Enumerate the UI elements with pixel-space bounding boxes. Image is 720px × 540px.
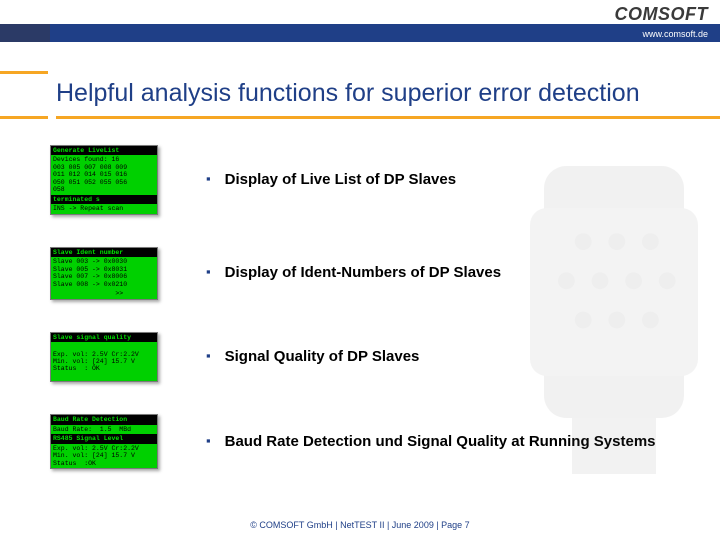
logo-text: COMSOFT bbox=[615, 4, 709, 24]
title-row: Helpful analysis functions for superior … bbox=[0, 70, 720, 119]
bullet-text: Signal Quality of DP Slaves bbox=[225, 347, 420, 367]
bullet-icon: ▪ bbox=[206, 347, 211, 365]
bullet-icon: ▪ bbox=[206, 170, 211, 188]
bullet-icon: ▪ bbox=[206, 263, 211, 281]
list-item: Baud Rate Detection Baud Rate: 1.5 MBd R… bbox=[50, 414, 700, 469]
bullet-text: Display of Live List of DP Slaves bbox=[225, 170, 456, 190]
logo: COMSOFT www.comsoft.de bbox=[615, 5, 709, 37]
header: COMSOFT www.comsoft.de bbox=[0, 0, 720, 42]
list-item: Slave Ident number Slave 003 -> 0x0030 S… bbox=[50, 247, 700, 300]
footer: © COMSOFT GmbH | NetTEST II | June 2009 … bbox=[0, 520, 720, 530]
logo-url: www.comsoft.de bbox=[615, 30, 709, 39]
content: Generate LiveList Devices found: 16 003 … bbox=[0, 119, 720, 469]
terminal-thumb-signal: Slave signal quality Exp. vol: 2.5V Cr:2… bbox=[50, 332, 158, 383]
list-item: Slave signal quality Exp. vol: 2.5V Cr:2… bbox=[50, 332, 700, 383]
page-title: Helpful analysis functions for superior … bbox=[56, 70, 720, 119]
bullet-icon: ▪ bbox=[206, 432, 211, 450]
list-item: Generate LiveList Devices found: 16 003 … bbox=[50, 145, 700, 215]
terminal-thumb-ident: Slave Ident number Slave 003 -> 0x0030 S… bbox=[50, 247, 158, 300]
bullet-text: Baud Rate Detection und Signal Quality a… bbox=[225, 432, 656, 452]
title-accent bbox=[0, 71, 48, 119]
header-stripe bbox=[0, 24, 720, 42]
terminal-thumb-baudrate: Baud Rate Detection Baud Rate: 1.5 MBd R… bbox=[50, 414, 158, 469]
terminal-thumb-livelist: Generate LiveList Devices found: 16 003 … bbox=[50, 145, 158, 215]
bullet-text: Display of Ident-Numbers of DP Slaves bbox=[225, 263, 501, 283]
